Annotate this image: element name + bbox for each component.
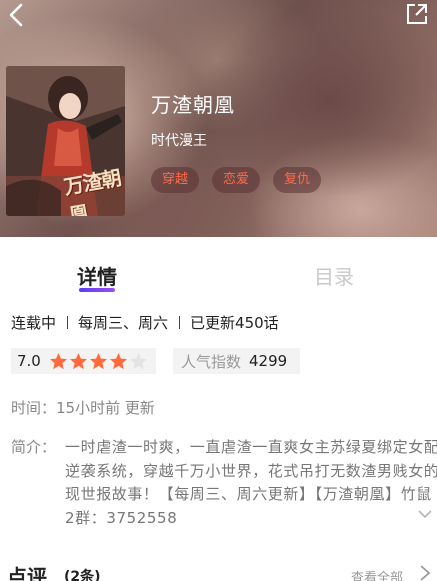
tab-detail[interactable]: 详情 xyxy=(77,261,117,292)
tab-bar: 详情 目录 xyxy=(0,255,437,295)
cover-title-art: 万渣朝凰 xyxy=(62,165,123,216)
popularity-box: 人气指数 4299 xyxy=(173,348,300,374)
chevron-left-icon xyxy=(9,3,23,27)
chevron-right-icon[interactable] xyxy=(418,564,432,581)
comic-cover[interactable]: 万渣朝凰 xyxy=(6,66,125,216)
divider xyxy=(179,316,181,329)
rating-box: 7.0 xyxy=(11,348,156,374)
comic-header: 万渣朝凰 万渣朝凰 时代漫王 穿越 恋爱 复仇 xyxy=(0,0,437,237)
reviews-count: (2条) xyxy=(64,569,101,581)
comic-author[interactable]: 时代漫王 xyxy=(151,130,207,150)
star-empty-icon xyxy=(129,352,147,369)
tag-chip[interactable]: 复仇 xyxy=(273,167,322,193)
view-all-link[interactable]: 查看全部 xyxy=(351,567,403,581)
popularity-value: 4299 xyxy=(249,352,288,370)
synopsis-label: 简介： xyxy=(11,438,57,456)
star-filled-icon xyxy=(69,352,87,369)
tag-chip[interactable]: 恋爱 xyxy=(212,167,261,193)
status-line: 连载中 每周三、周六 已更新450话 xyxy=(11,312,279,333)
serial-status: 连载中 xyxy=(11,314,57,332)
divider xyxy=(67,316,69,329)
popularity-label: 人气指数 xyxy=(181,352,242,371)
time-label: 时间： xyxy=(11,399,57,417)
update-schedule: 每周三、周六 xyxy=(78,314,169,332)
time-value: 15小时前 更新 xyxy=(56,399,155,417)
tag-chip[interactable]: 穿越 xyxy=(151,167,200,193)
rating-stars xyxy=(49,352,148,371)
rating-score: 7.0 xyxy=(17,352,41,370)
back-button[interactable] xyxy=(6,2,30,30)
share-icon xyxy=(407,4,427,24)
star-filled-icon xyxy=(49,352,67,369)
chapter-count: 已更新450话 xyxy=(190,314,279,332)
synopsis-text: 一时虐渣一时爽，一直虐渣一直爽女主苏绿夏绑定女配逆袭系统，穿越千万小世界，花式吊… xyxy=(65,438,437,527)
tab-catalog[interactable]: 目录 xyxy=(314,261,354,290)
star-filled-icon xyxy=(109,352,127,369)
comic-title: 万渣朝凰 xyxy=(151,93,235,117)
update-time: 时间：15小时前 更新 xyxy=(11,397,155,418)
chevron-down-icon[interactable] xyxy=(417,508,433,520)
reviews-heading: 点评 xyxy=(7,565,47,581)
share-button[interactable] xyxy=(405,2,429,26)
star-filled-icon xyxy=(89,352,107,369)
tag-list: 穿越 恋爱 复仇 xyxy=(151,167,322,193)
